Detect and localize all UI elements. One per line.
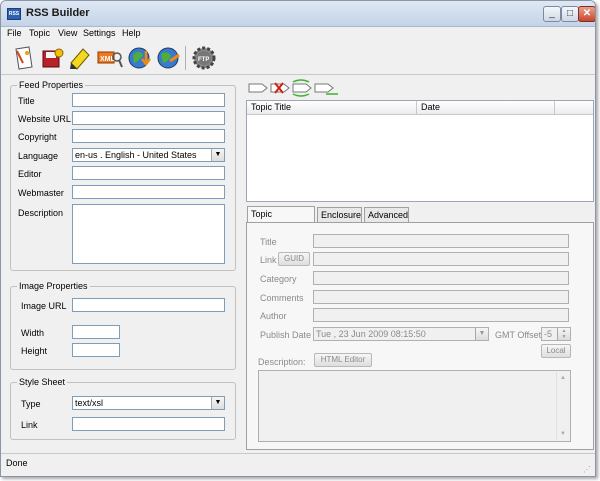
window-title: RSS Builder <box>26 7 90 19</box>
feed-website-input[interactable] <box>72 111 225 125</box>
feed-language-label: Language <box>18 151 59 161</box>
topic-title-input[interactable] <box>313 234 569 248</box>
style-link-input[interactable] <box>72 417 225 431</box>
style-type-select[interactable]: text/xsl ▼ <box>72 396 225 410</box>
feed-description-textarea[interactable] <box>72 204 225 264</box>
gmt-offset-value: -5 <box>544 329 553 339</box>
topic-description-label: Description: <box>258 357 306 367</box>
feed-language-value: en-us . English - United States <box>75 150 197 160</box>
minimize-button[interactable]: _ <box>543 6 561 22</box>
scroll-down-icon[interactable]: ▼ <box>557 428 569 440</box>
topic-author-label: Author <box>260 311 287 321</box>
topic-toolbar <box>248 79 338 97</box>
edit-topic-icon[interactable] <box>292 79 312 97</box>
chevron-down-icon[interactable]: ▼ <box>475 328 488 340</box>
gmt-offset-stepper[interactable]: -5 ▲ ▼ <box>541 327 571 341</box>
scroll-up-icon[interactable]: ▲ <box>557 372 569 384</box>
close-button[interactable]: ✕ <box>578 6 595 22</box>
status-bar: Done ⋰ <box>1 453 595 476</box>
feed-copyright-label: Copyright <box>18 132 57 142</box>
menu-topic[interactable]: Topic <box>29 28 50 38</box>
feed-editor-label: Editor <box>18 169 42 179</box>
title-bar: RSS RSS Builder _ □ ✕ <box>1 1 595 27</box>
xml-view-icon[interactable]: XML <box>97 45 123 71</box>
tab-enclosure[interactable]: Enclosure <box>317 207 362 223</box>
topic-title-label: Title <box>260 237 277 247</box>
feed-description-label: Description <box>18 208 64 218</box>
style-type-value: text/xsl <box>75 398 104 408</box>
delete-topic-icon[interactable] <box>270 82 290 94</box>
feed-language-select[interactable]: en-us . English - United States ▼ <box>72 148 225 162</box>
menu-bar: File Topic View Settings Help <box>1 27 595 41</box>
menu-help[interactable]: Help <box>122 28 141 38</box>
local-time-button[interactable]: Local <box>541 344 571 358</box>
feed-webmaster-label: Webmaster <box>18 188 64 198</box>
publish-ftp-icon[interactable] <box>127 45 153 71</box>
column-filler <box>555 101 593 115</box>
topic-link-label: Link <box>260 255 277 265</box>
feed-title-label: Title <box>18 96 35 106</box>
feed-properties-title: Feed Properties <box>17 80 86 90</box>
image-properties-title: Image Properties <box>17 281 90 291</box>
menu-file[interactable]: File <box>7 28 22 38</box>
column-date[interactable]: Date <box>417 101 555 115</box>
add-topic-icon[interactable] <box>248 83 268 93</box>
status-text: Done <box>6 458 28 468</box>
toolbar-separator <box>185 46 186 70</box>
style-sheet-group: Style Sheet <box>10 377 236 440</box>
app-window: RSS RSS Builder _ □ ✕ File Topic View Se… <box>0 0 596 477</box>
style-sheet-title: Style Sheet <box>17 377 68 387</box>
maximize-button[interactable]: □ <box>561 6 579 22</box>
feed-copyright-input[interactable] <box>72 129 225 143</box>
style-link-label: Link <box>21 420 38 430</box>
topic-list[interactable]: Topic Title Date <box>246 100 594 202</box>
column-topic-title[interactable]: Topic Title <box>247 101 417 115</box>
topic-comments-label: Comments <box>260 293 304 303</box>
image-width-input[interactable] <box>72 325 120 339</box>
topic-comments-input[interactable] <box>313 290 569 304</box>
topic-description-textarea[interactable]: ▲ ▼ <box>258 370 571 442</box>
publish-date-label: Publish Date <box>260 330 312 340</box>
copy-topic-icon[interactable] <box>314 83 338 95</box>
chevron-down-icon[interactable]: ▼ <box>211 149 224 161</box>
edit-feed-icon[interactable] <box>67 45 93 71</box>
ftp-settings-icon[interactable]: FTP <box>191 45 217 71</box>
topic-category-input[interactable] <box>313 271 569 285</box>
feed-website-label: Website URL <box>18 114 71 124</box>
image-url-label: Image URL <box>21 301 67 311</box>
topic-properties-panel: Title Link GUID Category Comments Author… <box>246 222 594 450</box>
guid-button[interactable]: GUID <box>278 252 310 266</box>
image-height-input[interactable] <box>72 343 120 357</box>
new-feed-icon[interactable] <box>11 45 37 71</box>
image-url-input[interactable] <box>72 298 225 312</box>
topic-category-label: Category <box>260 274 297 284</box>
feed-webmaster-input[interactable] <box>72 185 225 199</box>
menu-view[interactable]: View <box>58 28 77 38</box>
gmt-offset-label: GMT Offset <box>495 330 542 340</box>
feed-title-input[interactable] <box>72 93 225 107</box>
resize-grip-icon[interactable]: ⋰ <box>583 465 593 475</box>
publish-date-picker[interactable]: Tue , 23 Jun 2009 08:15:50 ▼ <box>313 327 489 341</box>
tab-topic-properties[interactable]: Topic Properties <box>247 206 315 233</box>
svg-text:FTP: FTP <box>198 57 209 63</box>
topic-link-input[interactable] <box>313 252 569 266</box>
publish-date-value: Tue , 23 Jun 2009 08:15:50 <box>316 329 426 339</box>
tab-advanced[interactable]: Advanced <box>364 207 409 223</box>
spin-arrows-icon[interactable]: ▲ ▼ <box>557 328 570 340</box>
image-height-label: Height <box>21 346 48 356</box>
chevron-down-icon[interactable]: ▼ <box>211 397 224 409</box>
web-globe-icon[interactable] <box>155 45 181 71</box>
image-width-label: Width <box>21 328 45 338</box>
description-scrollbar[interactable]: ▲ ▼ <box>556 372 569 440</box>
rss-app-icon: RSS <box>7 8 21 20</box>
main-toolbar: XML FTP <box>1 41 595 75</box>
save-feed-icon[interactable] <box>39 45 65 71</box>
topic-author-input[interactable] <box>313 308 569 322</box>
feed-editor-input[interactable] <box>72 166 225 180</box>
style-type-label: Type <box>21 399 41 409</box>
html-editor-button[interactable]: HTML Editor <box>314 353 372 367</box>
menu-settings[interactable]: Settings <box>83 28 116 38</box>
